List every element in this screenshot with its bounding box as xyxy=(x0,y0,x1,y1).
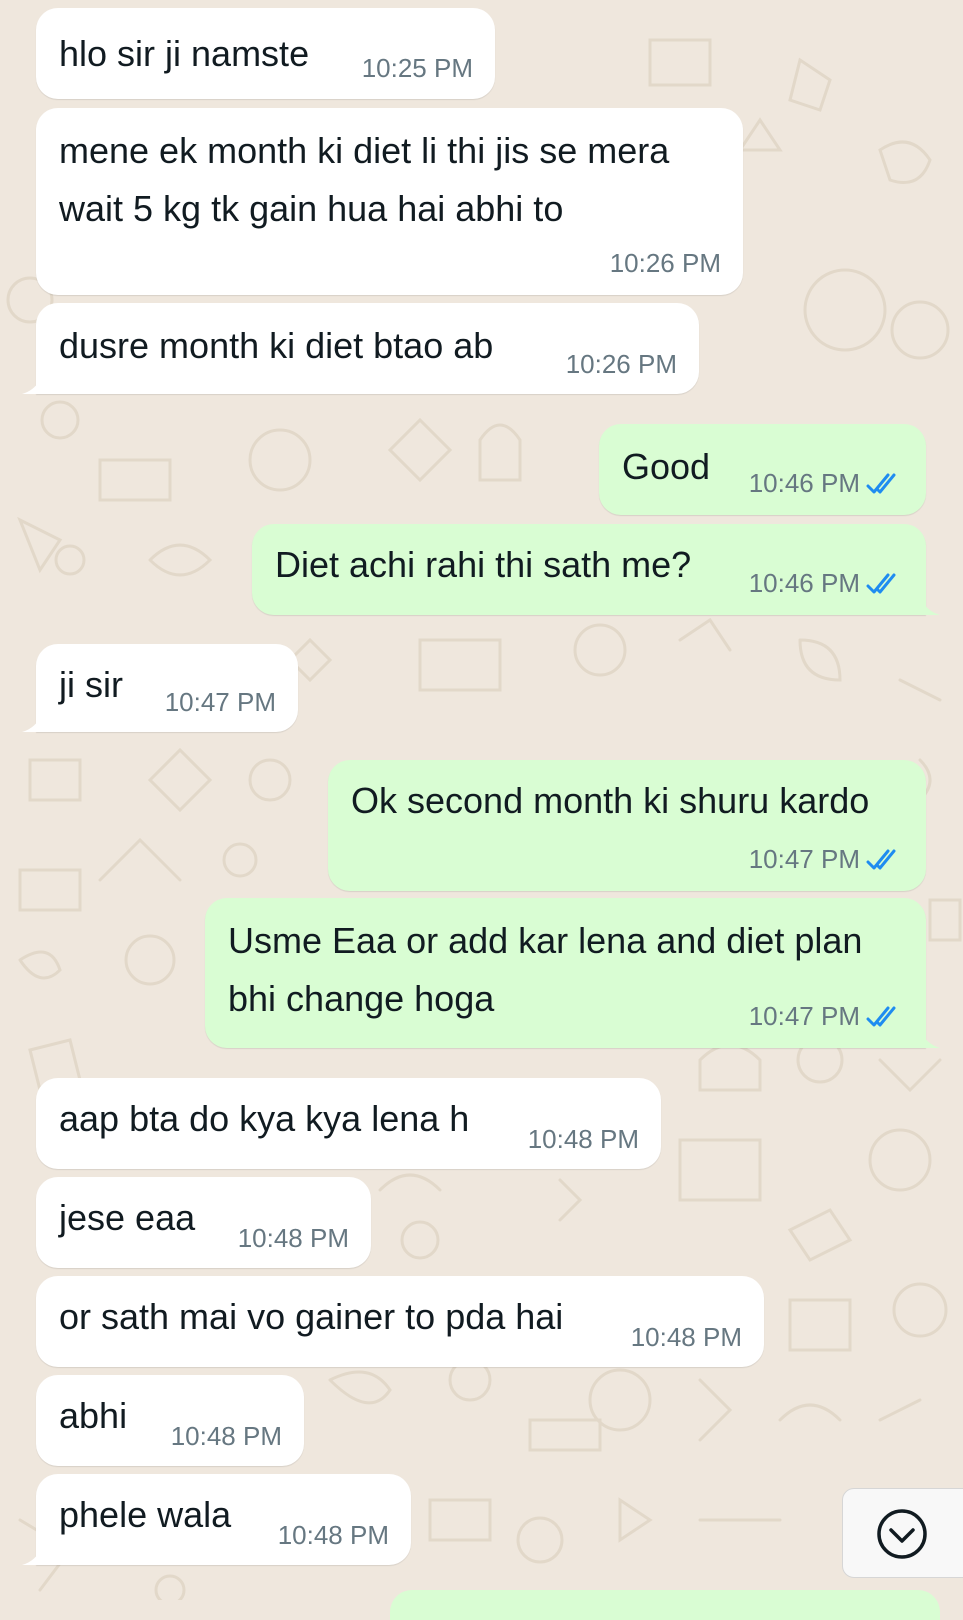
bubble-tail xyxy=(22,376,42,394)
message-text: Good xyxy=(622,446,711,487)
bubble-tail xyxy=(920,597,940,615)
message-text: phele wala xyxy=(59,1494,232,1535)
message-time: 10:48 PM xyxy=(170,1421,282,1451)
bubble-tail xyxy=(920,1030,940,1048)
message-incoming[interactable]: abhi 10:48 PM xyxy=(36,1375,304,1466)
message-time-wrap: 10:47 PM xyxy=(165,687,276,718)
message-incoming[interactable]: ji sir 10:47 PM xyxy=(22,644,298,732)
message-text: Diet achi rahi thi sath me? xyxy=(275,544,692,585)
message-incoming[interactable]: or sath mai vo gainer to pda hai 10:48 P… xyxy=(36,1276,764,1367)
bubble-tail xyxy=(22,1547,42,1565)
message-incoming[interactable]: jese eaa 10:48 PM xyxy=(36,1177,371,1268)
double-check-icon xyxy=(866,848,904,872)
message-time: 10:48 PM xyxy=(527,1124,639,1154)
message-outgoing[interactable]: Diet achi rahi thi sath me? 10:46 PM xyxy=(252,524,940,615)
double-check-icon xyxy=(866,1005,904,1029)
message-time-wrap: 10:48 PM xyxy=(528,1124,639,1155)
scroll-to-bottom-button[interactable] xyxy=(842,1488,963,1578)
message-incoming[interactable]: phele wala 10:48 PM xyxy=(22,1474,411,1565)
message-time: 10:25 PM xyxy=(361,53,473,83)
message-incoming[interactable]: hlo sir ji namste 10:25 PM xyxy=(36,8,495,99)
message-time: 10:48 PM xyxy=(277,1520,389,1550)
message-text: dusre month ki diet btao ab xyxy=(59,325,494,366)
message-time-wrap: 10:48 PM xyxy=(238,1223,349,1254)
message-time: 10:26 PM xyxy=(565,349,677,379)
message-time: 10:47 PM xyxy=(748,1001,860,1031)
message-time-wrap: 10:47 PM xyxy=(749,1001,904,1032)
message-time-wrap: 10:48 PM xyxy=(278,1520,389,1551)
message-time-wrap: 10:25 PM xyxy=(362,53,473,84)
message-text-line: mene ek month ki diet li thi jis se mera xyxy=(59,130,670,171)
message-time: 10:46 PM xyxy=(748,568,860,598)
double-check-icon xyxy=(866,572,904,596)
message-text-line: bhi change hoga xyxy=(228,978,495,1019)
message-text-line: Usme Eaa or add kar lena and diet plan xyxy=(228,920,863,961)
message-time-wrap: 10:48 PM xyxy=(171,1421,282,1452)
message-text: aap bta do kya kya lena h xyxy=(59,1098,470,1139)
message-list[interactable]: hlo sir ji namste 10:25 PM mene ek month… xyxy=(0,0,963,1620)
message-outgoing-partial[interactable] xyxy=(390,1590,940,1620)
message-text: or sath mai vo gainer to pda hai xyxy=(59,1296,564,1337)
message-text: hlo sir ji namste xyxy=(59,33,310,74)
chevron-down-icon xyxy=(877,1509,927,1559)
message-text: Ok second month ki shuru kardo xyxy=(351,780,870,821)
message-text: abhi xyxy=(59,1395,128,1436)
message-outgoing[interactable]: Ok second month ki shuru kardo 10:47 PM xyxy=(328,760,926,891)
message-time-wrap: 10:47 PM xyxy=(749,844,904,875)
message-incoming[interactable]: aap bta do kya kya lena h 10:48 PM xyxy=(36,1078,661,1169)
message-incoming[interactable]: dusre month ki diet btao ab 10:26 PM xyxy=(22,303,699,394)
message-time: 10:46 PM xyxy=(748,468,860,498)
message-outgoing[interactable]: Usme Eaa or add kar lena and diet plan b… xyxy=(205,898,940,1048)
message-text-line: wait 5 kg tk gain hua hai abhi to xyxy=(59,188,564,229)
message-time-wrap: 10:46 PM xyxy=(749,568,904,599)
bubble-tail xyxy=(22,714,42,732)
double-check-icon xyxy=(866,472,904,496)
message-outgoing[interactable]: Good 10:46 PM xyxy=(599,424,926,515)
message-time-wrap: 10:26 PM xyxy=(566,349,677,380)
message-time-wrap: 10:46 PM xyxy=(749,468,904,499)
message-text: jese eaa xyxy=(59,1197,196,1238)
message-time: 10:47 PM xyxy=(748,844,860,874)
message-time: 10:26 PM xyxy=(609,248,721,278)
message-text: ji sir xyxy=(59,664,123,705)
message-time: 10:48 PM xyxy=(237,1223,349,1253)
message-time: 10:48 PM xyxy=(630,1322,742,1352)
message-time-wrap: 10:26 PM xyxy=(610,248,721,279)
message-incoming[interactable]: mene ek month ki diet li thi jis se mera… xyxy=(36,108,743,295)
message-time-wrap: 10:48 PM xyxy=(631,1322,742,1353)
message-time: 10:47 PM xyxy=(164,687,276,717)
